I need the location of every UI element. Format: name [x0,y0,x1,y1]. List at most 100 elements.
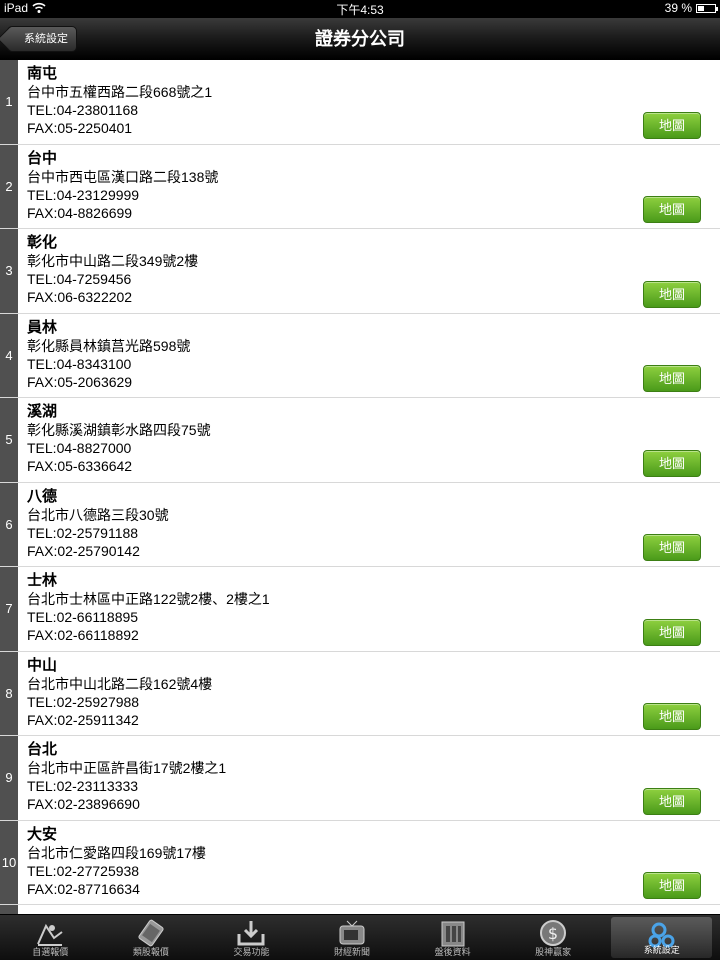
dollar-coin-icon: $ [537,918,569,948]
branch-address: 台北市中正區許昌街17號2樓之1 [27,760,227,776]
branch-name: 彰化 [27,234,58,251]
branch-tel: TEL:04-7259456 [27,271,132,287]
branch-address: 台北市士林區中正路122號2樓、2樓之1 [27,591,270,607]
map-button[interactable]: 地圖 [643,534,701,561]
row-index: 2 [0,144,18,228]
tab-label: 類股報價 [132,947,169,957]
status-time: 下午4:53 [336,3,384,17]
tab-label: 盤後資料 [434,947,471,957]
branch-info: 中山 台北市中山北路二段162號4樓 TEL:02-25927988 FAX:02-2… [27,657,212,729]
branch-fax: FAX:02-66118892 [27,627,139,643]
branch-name: 大安 [27,825,58,843]
tab-cards[interactable]: 類股報價 [101,915,202,960]
person-chart-icon [34,918,66,948]
branch-address: 台北市仁愛路四段169號17樓 [27,844,206,861]
tab-label: 財經新聞 [334,947,371,957]
branch-info: 台北台北市中正區許昌街17號2樓之1 TEL:02-23113333 FAX:02-… [27,741,226,813]
branch-address: 台北市八德路三段30號 [27,506,169,523]
row-index: 3 [0,229,18,313]
branch-address: 台中市五權西路二段668號之1 [27,84,213,100]
branch-info: 南屯台中市五權西路二段668號之1 TEL:04-23801168 FAX:05-2… [27,65,212,137]
branch-tel: TEL:04-8343100 [27,355,132,372]
branch-address: 彰化縣溪湖鎮彰水路四段75號 [27,422,211,438]
list-item: 1 南屯台中市五權西路二段668號之1 TEL:04-23801168 FAX:05-… [0,60,720,145]
tab-label: 交易功能 [233,947,270,957]
branch-fax: FAX:02-87716634 [27,880,140,897]
row-index: 9 [0,736,18,820]
branch-fax: FAX:02-25911342 [27,711,139,728]
branch-name: 台中 [27,149,58,167]
row-index: 10 [0,820,18,904]
tab-download-tray[interactable]: 交易功能 [201,915,302,960]
branch-name: 台北 [27,741,58,758]
battery-fill [698,5,705,11]
row-index: 6 [0,482,18,566]
tab-gears[interactable]: 系統設定 [611,917,713,958]
list-item: 10 大安 台北市仁愛路四段169號17樓 TEL:02-27725938 FAX:02… [0,820,720,905]
battery-percent: 39 % [664,1,692,15]
branch-name: 中山 [27,656,58,674]
branch-name: 士林 [27,572,58,589]
branch-info: 員林 彰化縣員林鎮莒光路598號 TEL:04-8343100 FAX:05-2063… [27,319,190,391]
row-index: 8 [0,651,18,735]
tab-tv[interactable]: 財經新聞 [302,915,403,960]
branch-address: 台中市西屯區漢口路二段138號 [27,168,219,185]
map-button[interactable]: 地圖 [643,787,701,815]
branch-tel: TEL:02-25791188 [27,524,139,541]
navigation-bar: 系統設定 證券分公司 [0,18,720,60]
building-icon [437,918,469,948]
branch-name: 南屯 [27,65,58,82]
branch-tel: TEL:02-66118895 [27,609,139,625]
download-tray-icon [235,918,267,948]
branch-info: 溪湖 彰化縣溪湖鎮彰水路四段75號 TEL:04-8827000 FAX:05-633… [27,403,211,475]
branch-fax: FAX:05-2063629 [27,373,133,390]
branch-fax: FAX:05-2250401 [27,120,133,136]
map-button[interactable]: 地圖 [643,618,701,646]
map-button[interactable]: 地圖 [643,449,701,477]
list-item: 6 八德 台北市八德路三段30號 TEL:02-25791188 FAX:02-2579… [0,482,720,567]
branch-fax: FAX:06-6322202 [27,289,133,305]
list-item: 8 中山 台北市中山北路二段162號4樓 TEL:02-25927988 FAX:02-… [0,651,720,736]
branch-fax: FAX:02-25790142 [27,542,140,559]
cards-icon [135,918,167,948]
map-button[interactable]: 地圖 [643,872,701,899]
row-index: 1 [0,60,18,144]
branch-fax: FAX:05-6336642 [27,458,133,474]
map-button[interactable]: 地圖 [643,280,701,308]
branch-tel: TEL:02-23113333 [27,778,139,794]
branch-address: 彰化縣員林鎮莒光路598號 [27,337,191,354]
branch-tel: TEL:04-23129999 [27,186,140,203]
branch-tel: TEL:02-27725938 [27,862,140,879]
tab-person-chart[interactable]: 自選報價 [0,915,101,960]
branch-info: 大安 台北市仁愛路四段169號17樓 TEL:02-27725938 FAX:02-8… [27,826,206,898]
page-title: 證券分公司 [315,29,405,49]
branch-info: 八德 台北市八德路三段30號 TEL:02-25791188 FAX:02-25790… [27,488,169,560]
list-item: 3 彰化 彰化市中山路二段349號2樓 TEL:04-7259456 FAX:06-63… [0,229,720,314]
map-button[interactable]: 地圖 [643,111,701,139]
branch-tel: TEL:02-25927988 [27,693,140,710]
branch-fax: FAX:02-23896690 [27,796,140,812]
row-index: 4 [0,313,18,397]
map-button[interactable]: 地圖 [643,703,701,730]
tab-building[interactable]: 盤後資料 [402,915,503,960]
svg-text:$: $ [548,924,558,943]
branch-name: 八德 [27,487,58,505]
tab-label: 股神贏家 [535,947,572,957]
branch-list[interactable]: 1 南屯台中市五權西路二段668號之1 TEL:04-23801168 FAX:05-… [0,60,720,915]
list-item: 2 台中 台中市西屯區漢口路二段138號 TEL:04-23129999 FAX:04-… [0,144,720,229]
list-item: 5 溪湖 彰化縣溪湖鎮彰水路四段75號 TEL:04-8827000 FAX:05-63… [0,398,720,483]
branch-fax: FAX:04-8826699 [27,204,133,221]
list-item: 4 員林 彰化縣員林鎮莒光路598號 TEL:04-8343100 FAX:05-206… [0,313,720,398]
status-bar: iPad 下午4:53 39 % [0,0,720,18]
tv-icon [336,918,368,948]
tab-bar: 自選報價 類股報價 交易功能 財經新聞 盤後資料 $ 股神贏家 系統設定 [0,914,720,960]
branch-tel: TEL:04-8827000 [27,440,132,456]
row-index: 5 [0,398,18,482]
battery-icon [696,3,718,13]
branch-tel: TEL:04-23801168 [27,102,139,118]
branch-info: 士林台北市士林區中正路122號2樓、2樓之1 TEL:02-66118895 FAX… [27,572,270,644]
map-button[interactable]: 地圖 [643,365,701,392]
tab-dollar-coin[interactable]: $ 股神贏家 [503,915,604,960]
tab-label: 自選報價 [32,947,69,957]
map-button[interactable]: 地圖 [643,196,701,223]
